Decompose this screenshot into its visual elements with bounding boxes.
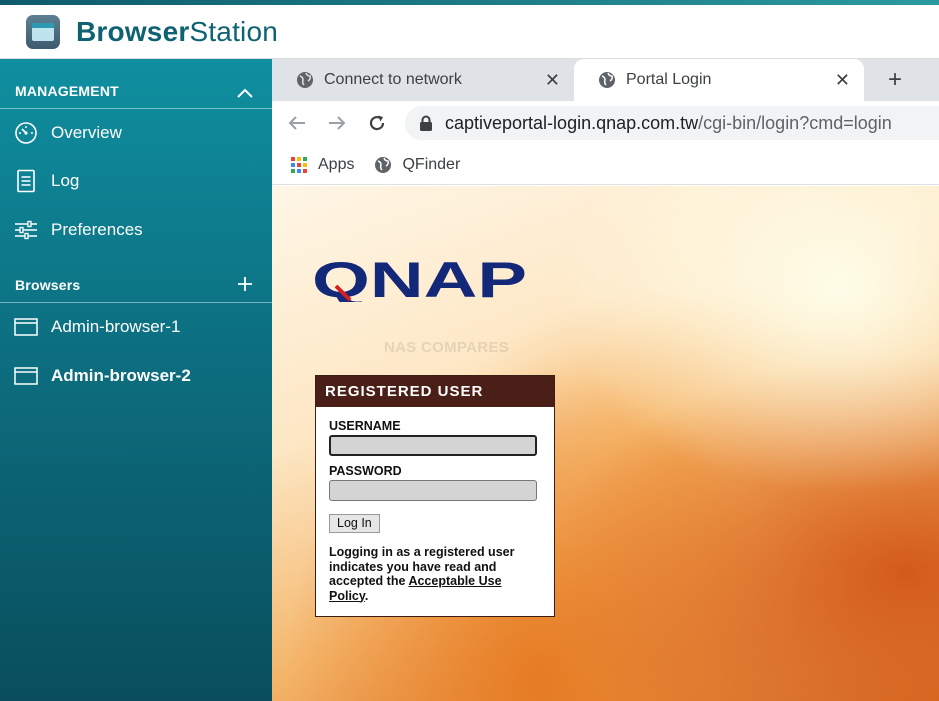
login-panel-title: REGISTERED USER (316, 376, 554, 407)
url-host: captiveportal-login.qnap.com.tw (445, 112, 699, 133)
bookmark-apps[interactable]: Apps (290, 156, 354, 174)
gauge-icon (14, 121, 38, 145)
url-path: /cgi-bin/login?cmd=login (698, 112, 892, 133)
sliders-icon (14, 218, 38, 242)
apps-grid-icon (291, 156, 307, 173)
arrow-left-icon (288, 116, 305, 130)
browsers-label: Browsers (15, 276, 81, 293)
sidebar-item-overview[interactable]: Overview (0, 111, 272, 155)
management-section-header[interactable]: MANAGEMENT (0, 73, 272, 109)
notice-period: . (364, 588, 369, 603)
plus-icon[interactable] (233, 274, 257, 296)
sidebar-item-label: Admin-browser-2 (51, 366, 191, 385)
new-tab-button[interactable]: + (880, 65, 910, 95)
password-field[interactable] (329, 480, 537, 501)
globe-icon (375, 156, 392, 173)
login-panel: REGISTERED USER USERNAME PASSWORD Log In… (315, 375, 555, 617)
forward-button[interactable] (322, 108, 352, 138)
tab-strip: Connect to network ✕ Portal Login ✕ + (272, 59, 939, 101)
close-tab-icon[interactable]: ✕ (545, 70, 560, 91)
globe-icon (297, 72, 313, 88)
arrow-right-icon (329, 116, 346, 130)
sidebar-item-log[interactable]: Log (0, 159, 272, 203)
browser-toolbar: captiveportal-login.qnap.com.tw/cgi-bin/… (272, 101, 939, 145)
app-title: BrowserStation (76, 16, 278, 48)
reload-button[interactable] (362, 108, 392, 138)
tab-portal-login[interactable]: Portal Login ✕ (574, 59, 864, 101)
app-title-light: Station (189, 15, 279, 47)
login-button[interactable]: Log In (329, 514, 380, 533)
back-button[interactable] (282, 108, 312, 138)
browser-window-icon (14, 315, 38, 339)
sidebar-item-label: Preferences (51, 220, 143, 239)
lock-icon (420, 115, 432, 131)
sidebar: MANAGEMENT Overview Log Preferences Brow… (0, 59, 272, 701)
document-icon (14, 169, 38, 193)
browsers-section-header: Browsers (0, 267, 272, 303)
sidebar-item-label: Admin-browser-1 (51, 317, 181, 336)
tab-label: Portal Login (626, 71, 712, 88)
app-header: BrowserStation (0, 5, 939, 59)
sidebar-item-admin-browser-2[interactable]: Admin-browser-2 (0, 354, 272, 398)
sidebar-item-label: Overview (51, 123, 122, 142)
bookmarks-bar: Apps QFinder (272, 145, 939, 185)
address-bar[interactable]: captiveportal-login.qnap.com.tw/cgi-bin/… (405, 106, 939, 140)
sidebar-item-label: Log (51, 171, 80, 190)
sidebar-item-admin-browser-1[interactable]: Admin-browser-1 (0, 305, 272, 349)
watermark-text: NAS COMPARES (384, 339, 509, 356)
qnap-logo: QNAP (312, 256, 527, 302)
close-tab-icon[interactable]: ✕ (835, 70, 850, 91)
browserstation-logo-icon (26, 14, 60, 49)
app-title-bold: Browser (76, 15, 190, 47)
username-label: USERNAME (329, 419, 401, 433)
sidebar-item-preferences[interactable]: Preferences (0, 208, 272, 252)
bookmark-label: QFinder (402, 155, 461, 173)
tab-connect-to-network[interactable]: Connect to network ✕ (272, 59, 574, 101)
reload-icon (369, 115, 385, 131)
portal-page: QNAP NAS COMPARES REGISTERED USER USERNA… (272, 186, 939, 701)
bookmark-label: Apps (318, 155, 355, 173)
management-label: MANAGEMENT (15, 82, 119, 99)
browser-view: Connect to network ✕ Portal Login ✕ + ca… (272, 59, 939, 701)
browser-window-icon (14, 364, 38, 388)
globe-icon (599, 72, 615, 88)
usage-notice: Logging in as a registered user indicate… (329, 545, 541, 603)
username-field[interactable] (329, 435, 537, 456)
chevron-up-icon[interactable] (233, 80, 257, 102)
password-label: PASSWORD (329, 464, 402, 478)
bookmark-qfinder[interactable]: QFinder (374, 156, 460, 174)
tab-label: Connect to network (324, 71, 462, 88)
